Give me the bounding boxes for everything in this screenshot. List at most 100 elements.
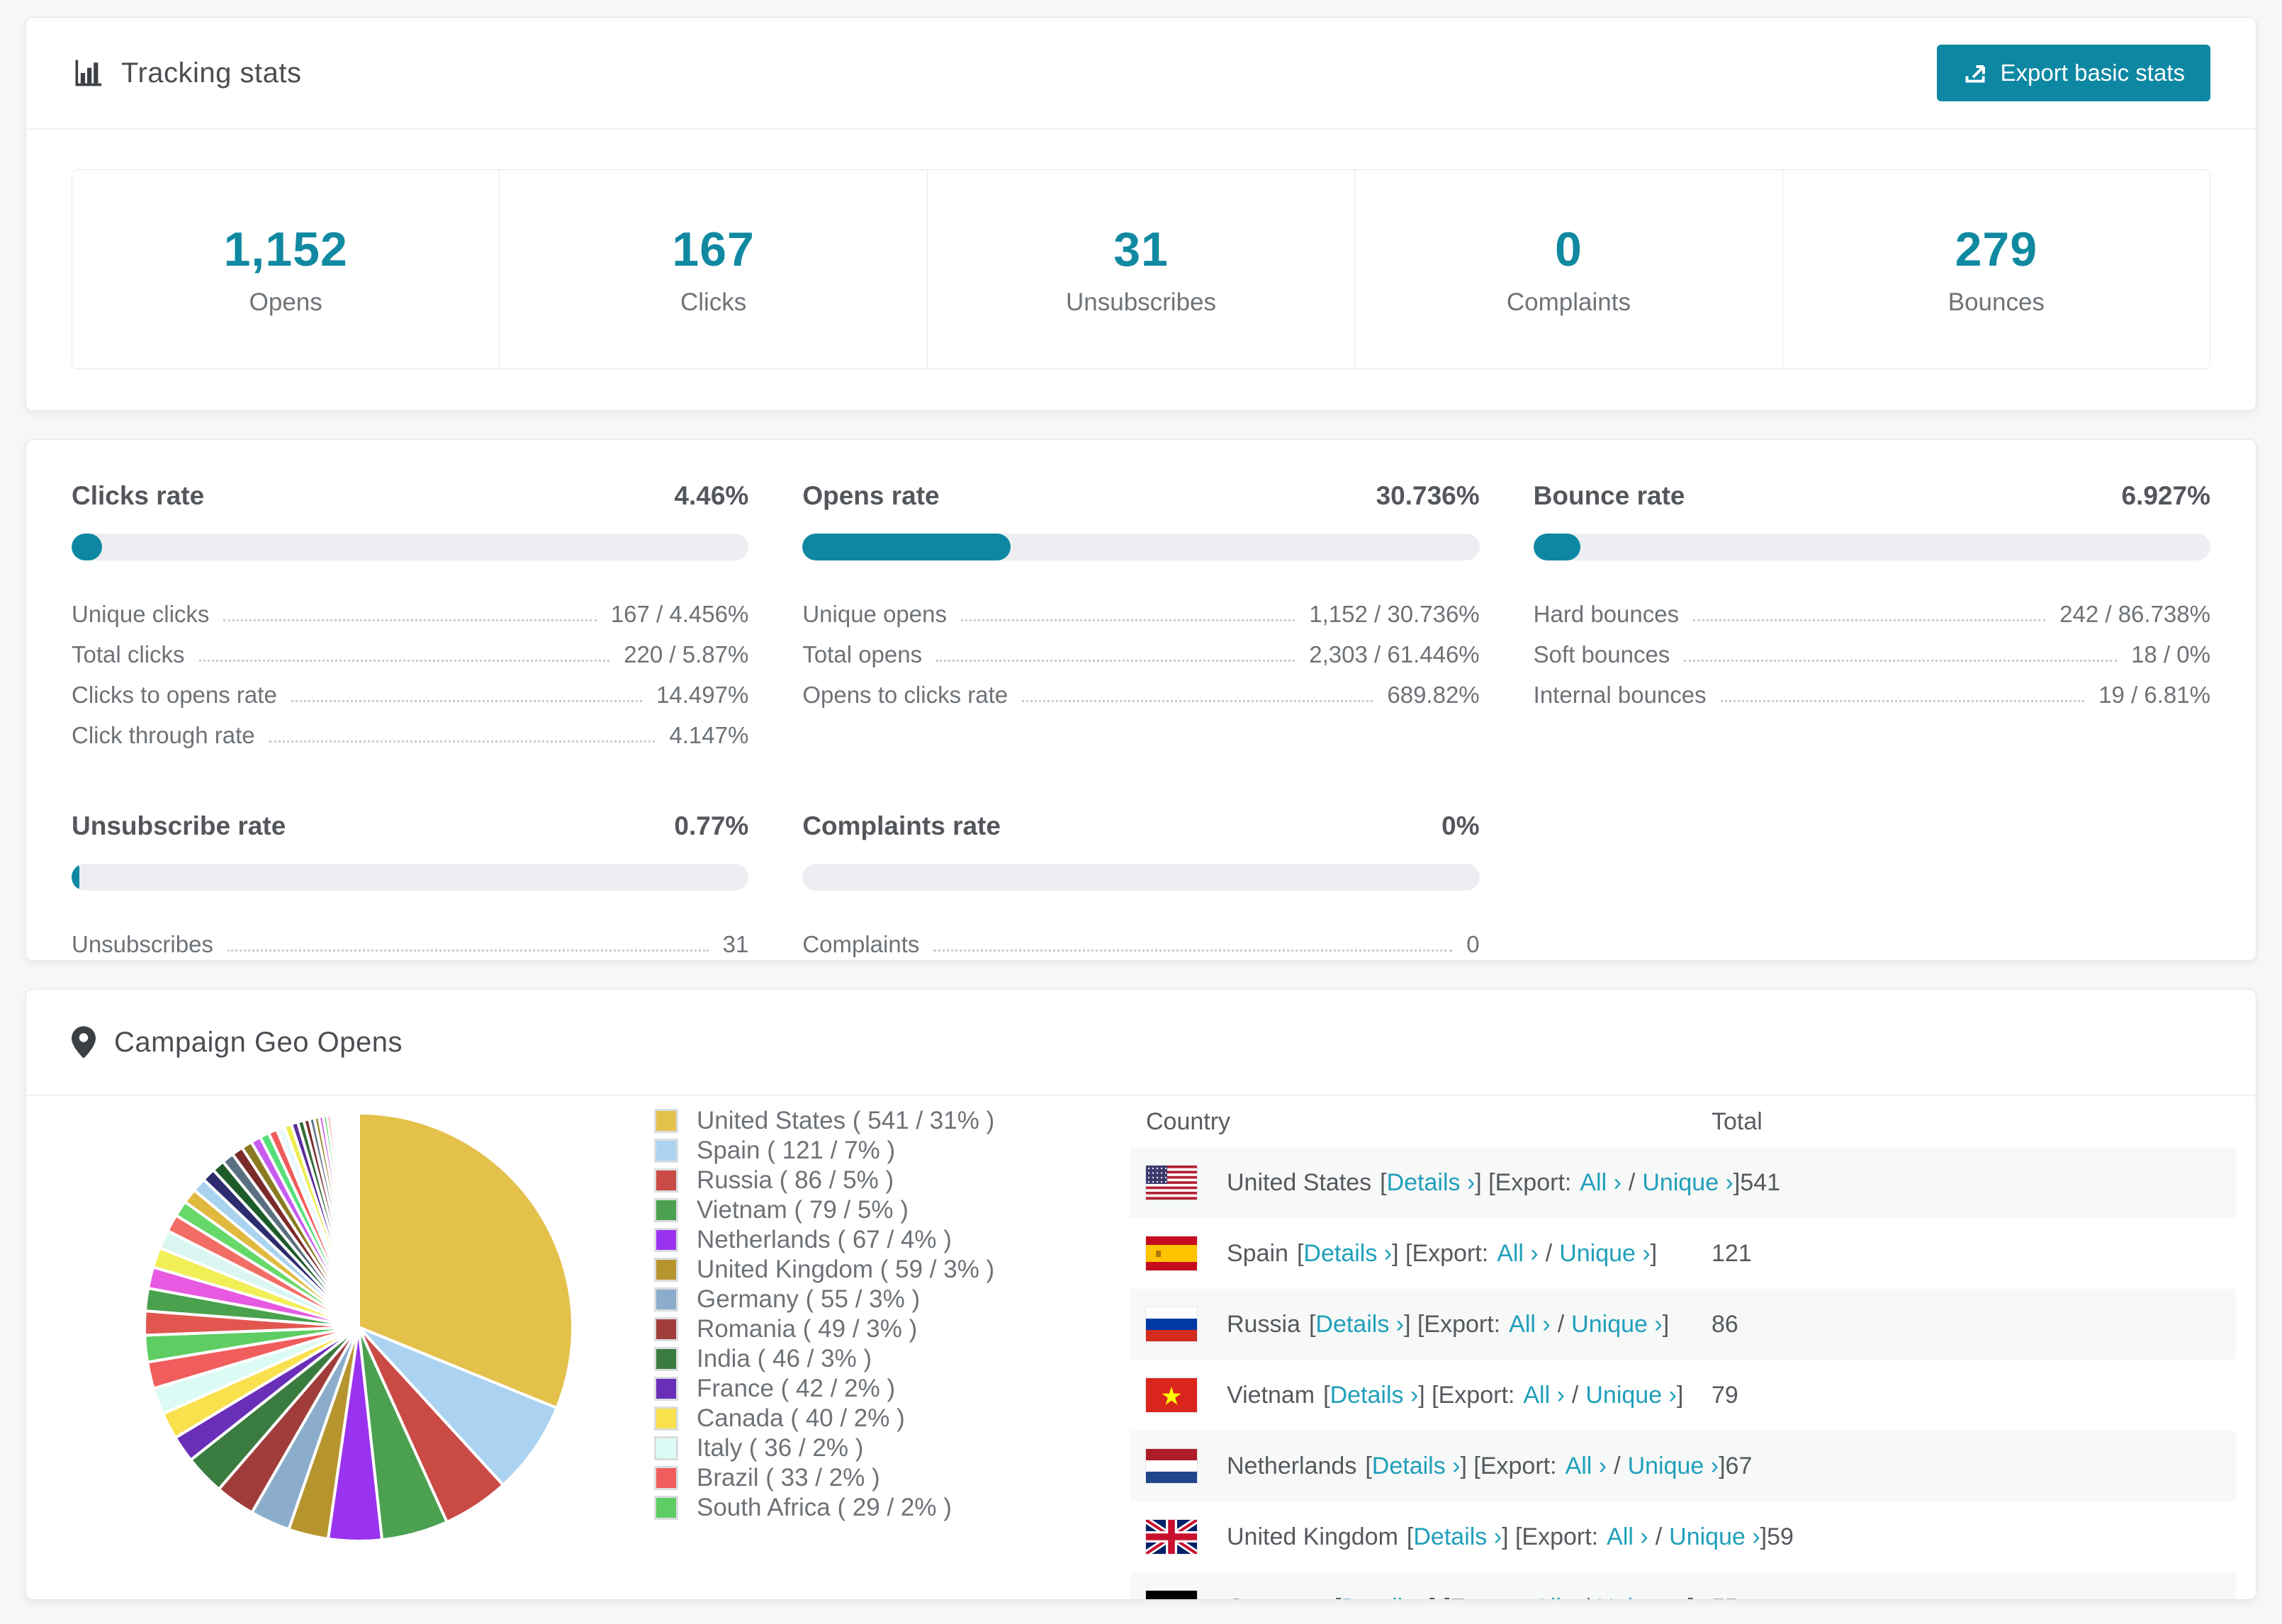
details-link[interactable]: Details › xyxy=(1372,1453,1461,1480)
rate-value: 0% xyxy=(1441,811,1480,840)
cell-total: 541 xyxy=(1740,1168,1781,1196)
legend-swatch xyxy=(654,1198,678,1222)
legend-item-united-kingdom[interactable]: United Kingdom ( 59 / 3% ) xyxy=(654,1255,994,1285)
details-link[interactable]: Details › xyxy=(1330,1382,1419,1409)
slash-separator: / xyxy=(1655,1523,1663,1550)
export-all-link[interactable]: All › xyxy=(1509,1311,1551,1338)
export-unique-link[interactable]: Unique › xyxy=(1669,1523,1760,1551)
rate-value: 6.927% xyxy=(2121,481,2210,510)
rate-title: Opens rate xyxy=(802,481,940,510)
rate-row-value: 220 / 5.87% xyxy=(624,641,749,667)
rate-block-opens-rate: Opens rate 30.736% Unique opens 1,152 / 30.… xyxy=(802,481,1480,749)
stat-label: Complaints xyxy=(1506,288,1631,316)
summary-stat-opens: 1,152 Opens xyxy=(72,170,499,368)
legend-label: Russia ( 86 / 5% ) xyxy=(697,1166,894,1194)
rate-row-label: Total opens xyxy=(802,641,923,667)
rate-row-label: Soft bounces xyxy=(1533,641,1670,667)
stat-value: 279 xyxy=(1955,222,2038,276)
legend-item-spain[interactable]: Spain ( 121 / 7% ) xyxy=(654,1136,994,1166)
slash-separator: / xyxy=(1614,1452,1621,1479)
export-unique-link[interactable]: Unique › xyxy=(1642,1169,1733,1197)
export-all-link[interactable]: All › xyxy=(1580,1169,1621,1197)
export-unique-link[interactable]: Unique › xyxy=(1571,1311,1663,1338)
rate-value: 0.77% xyxy=(674,811,749,840)
page-title: Tracking stats xyxy=(121,57,302,89)
cell-country: Vietnam [Details ›] [Export: All › / Unique … xyxy=(1130,1378,1712,1412)
stat-label: Bounces xyxy=(1947,288,2045,316)
export-unique-link[interactable]: Unique › xyxy=(1597,1594,1688,1600)
bracket-close: ] xyxy=(1676,1381,1684,1409)
details-link[interactable]: Details › xyxy=(1341,1594,1429,1600)
table-row-vietnam: Vietnam [Details ›] [Export: All › / Unique … xyxy=(1130,1360,2236,1431)
column-header-total: Total xyxy=(1712,1107,1763,1135)
legend-item-germany[interactable]: Germany ( 55 / 3% ) xyxy=(654,1285,994,1314)
legend-item-russia[interactable]: Russia ( 86 / 5% ) xyxy=(654,1166,994,1195)
rate-rows: Unsubscribes 31 xyxy=(72,918,748,958)
dotted-leader xyxy=(1693,619,2046,621)
rate-title: Unsubscribe rate xyxy=(72,811,286,840)
slash-separator: / xyxy=(1545,1239,1553,1267)
rate-progress-bar xyxy=(802,864,1480,891)
cell-country: Netherlands [Details ›] [Export: All › / Uni… xyxy=(1130,1449,1726,1483)
legend-item-vietnam[interactable]: Vietnam ( 79 / 5% ) xyxy=(654,1195,994,1225)
legend-label: Italy ( 36 / 2% ) xyxy=(697,1434,864,1462)
rate-row-total-clicks: Total clicks 220 / 5.87% xyxy=(72,628,748,668)
legend-item-south-africa[interactable]: South Africa ( 29 / 2% ) xyxy=(654,1493,994,1523)
export-unique-link[interactable]: Unique › xyxy=(1585,1382,1677,1409)
rate-head: Bounce rate 6.927% xyxy=(1534,481,2210,511)
export-all-link[interactable]: All › xyxy=(1566,1453,1607,1480)
legend-swatch xyxy=(654,1228,678,1252)
rate-row-value: 2,303 / 61.446% xyxy=(1309,641,1480,667)
rate-row-value: 14.497% xyxy=(656,682,749,708)
legend-item-canada[interactable]: Canada ( 40 / 2% ) xyxy=(654,1404,994,1433)
legend-item-united-states[interactable]: United States ( 541 / 31% ) xyxy=(654,1106,994,1136)
rate-block-bounce-rate: Bounce rate 6.927% Hard bounces 242 / 86.73… xyxy=(1533,481,2210,749)
flag-us xyxy=(1146,1166,1197,1200)
details-link[interactable]: Details › xyxy=(1413,1523,1502,1551)
cell-country: United Kingdom [Details ›] [Export: All › /… xyxy=(1130,1520,1767,1554)
stat-label: Opens xyxy=(249,288,322,316)
stat-value: 1,152 xyxy=(223,222,348,276)
export-basic-stats-button[interactable]: Export basic stats xyxy=(1936,45,2210,101)
legend-item-brazil[interactable]: Brazil ( 33 / 2% ) xyxy=(654,1463,994,1493)
legend-label: France ( 42 / 2% ) xyxy=(697,1375,896,1402)
legend-item-italy[interactable]: Italy ( 36 / 2% ) xyxy=(654,1433,994,1463)
rate-rows: Complaints 0 xyxy=(802,918,1479,958)
details-link[interactable]: Details › xyxy=(1303,1240,1392,1268)
rate-row-internal-bounces: Internal bounces 19 / 6.81% xyxy=(1534,668,2210,709)
details-link[interactable]: Details › xyxy=(1387,1169,1476,1197)
legend-label: Canada ( 40 / 2% ) xyxy=(697,1404,905,1432)
details-link[interactable]: Details › xyxy=(1315,1311,1404,1338)
legend-swatch xyxy=(654,1258,678,1282)
legend-item-romania[interactable]: Romania ( 49 / 3% ) xyxy=(654,1314,994,1344)
dotted-leader xyxy=(291,700,643,702)
bracket-open: [ xyxy=(1296,1239,1304,1267)
export-all-link[interactable]: All › xyxy=(1497,1240,1539,1268)
export-all-link[interactable]: All › xyxy=(1607,1523,1648,1551)
country-name: Spain xyxy=(1227,1239,1288,1267)
legend-label: India ( 46 / 3% ) xyxy=(697,1345,872,1372)
column-header-country: Country xyxy=(1146,1107,1231,1135)
summary-stat-clicks: 167 Clicks xyxy=(499,170,926,368)
pie-legend: United States ( 541 / 31% ) Spain ( 121 /… xyxy=(654,1106,994,1523)
geo-opens-pie-chart xyxy=(143,1111,574,1543)
rate-head: Opens rate 30.736% xyxy=(802,481,1479,511)
pie-slice-other-44[interactable] xyxy=(356,1111,360,1328)
cell-total: 67 xyxy=(1725,1452,1753,1479)
legend-item-india[interactable]: India ( 46 / 3% ) xyxy=(654,1344,994,1374)
legend-label: Romania ( 49 / 3% ) xyxy=(697,1315,918,1343)
bracket-open: [ xyxy=(1365,1452,1372,1479)
export-all-link[interactable]: All › xyxy=(1534,1594,1576,1600)
export-button-label: Export basic stats xyxy=(2000,60,2185,86)
export-prefix: ] [Export: xyxy=(1475,1168,1572,1196)
legend-item-france[interactable]: France ( 42 / 2% ) xyxy=(654,1374,994,1404)
export-unique-link[interactable]: Unique › xyxy=(1559,1240,1651,1268)
legend-label: United Kingdom ( 59 / 3% ) xyxy=(697,1256,995,1283)
export-all-link[interactable]: All › xyxy=(1523,1382,1565,1409)
slash-separator: / xyxy=(1571,1381,1579,1409)
legend-label: United States ( 541 / 31% ) xyxy=(697,1107,995,1134)
rate-rows: Unique clicks 167 / 4.456% Total clicks 220… xyxy=(72,587,748,749)
legend-item-netherlands[interactable]: Netherlands ( 67 / 4% ) xyxy=(654,1225,994,1255)
dotted-leader xyxy=(936,660,1295,662)
export-unique-link[interactable]: Unique › xyxy=(1628,1453,1719,1480)
